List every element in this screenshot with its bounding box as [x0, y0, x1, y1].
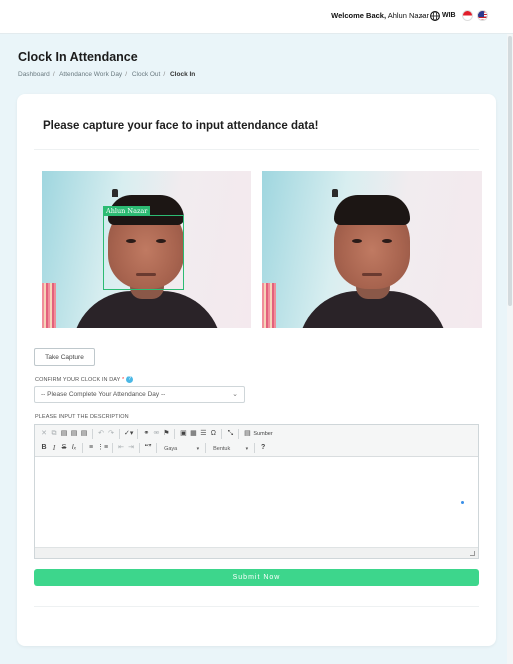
undo-icon[interactable]: ↶	[96, 428, 106, 440]
bold-icon[interactable]: B	[39, 442, 49, 454]
numbered-list-icon[interactable]: ≡	[86, 442, 96, 454]
welcome-text: Welcome Back, Ahlun Nazar	[331, 11, 429, 20]
spellcheck-icon[interactable]: ✓▾	[123, 428, 134, 440]
indent-icon[interactable]: ⇥	[126, 442, 136, 454]
outdent-icon[interactable]: ⇤	[116, 442, 126, 454]
editor-help-icon[interactable]: ?	[258, 442, 268, 454]
flag-indonesia-icon[interactable]	[462, 10, 473, 21]
user-menu-chevron-down-icon[interactable]: ⌄	[419, 11, 425, 19]
anchor-flag-icon[interactable]: ⚑	[161, 428, 171, 440]
source-icon[interactable]: ▤	[242, 428, 252, 440]
attendance-day-select[interactable]: -- Please Complete Your Attendance Day -…	[34, 386, 245, 403]
divider	[34, 606, 479, 607]
editor-text-area[interactable]	[35, 457, 478, 547]
submit-now-button[interactable]: Submit Now	[34, 569, 479, 586]
top-bar: Welcome Back, Ahlun Nazar ⌄ WIB	[0, 0, 513, 34]
scrollbar-thumb[interactable]	[508, 36, 512, 306]
divider	[34, 149, 479, 150]
help-icon[interactable]: ?	[126, 376, 134, 383]
globe-icon[interactable]	[430, 11, 440, 21]
table-icon[interactable]: ▦	[188, 428, 198, 440]
confirm-day-label: CONFIRM YOUR CLOCK IN DAY *?	[35, 376, 134, 383]
captured-photo	[262, 171, 482, 328]
description-label: PLEASE INPUT THE DESCRIPTION	[35, 414, 129, 420]
strikethrough-icon[interactable]: S	[59, 442, 69, 454]
italic-icon[interactable]: I	[49, 442, 59, 454]
maximize-icon[interactable]: ⤡	[225, 428, 235, 440]
breadcrumb-clock-in: Clock In	[169, 71, 196, 78]
remove-format-icon[interactable]: Iₓ	[69, 442, 79, 454]
flag-usa-icon[interactable]	[477, 10, 488, 21]
chevron-down-icon: ⌄	[232, 391, 238, 398]
paste-icon[interactable]: ▤	[59, 428, 69, 440]
breadcrumb-dashboard[interactable]: Dashboard	[18, 71, 50, 78]
cut-icon[interactable]: ✕	[39, 428, 49, 440]
copy-icon[interactable]: ⧉	[49, 428, 59, 440]
page-title: Clock In Attendance	[18, 50, 138, 64]
source-button-label[interactable]: Sumber	[253, 431, 272, 437]
resize-grip-icon[interactable]	[470, 551, 475, 556]
format-dropdown[interactable]: Bentuk ▾	[209, 443, 251, 454]
breadcrumb: Dashboard / Attendance Work Day / Clock Ou…	[18, 71, 196, 78]
image-icon[interactable]: ▣	[178, 428, 188, 440]
paste-text-icon[interactable]: ▤	[69, 428, 79, 440]
timezone-label[interactable]: WIB	[442, 12, 456, 19]
face-detection-label: Ahlun Nazar	[103, 206, 151, 216]
blockquote-icon[interactable]: “”	[143, 442, 153, 454]
face-detection-box	[103, 215, 184, 290]
link-icon[interactable]: ⚭	[141, 428, 151, 440]
unlink-icon[interactable]: ⚮	[151, 428, 161, 440]
redo-icon[interactable]: ↷	[106, 428, 116, 440]
bulleted-list-icon[interactable]: ⋮≡	[96, 442, 109, 454]
card-heading: Please capture your face to input attend…	[43, 120, 319, 132]
editor-toolbar: ✕ ⧉ ▤ ▤ ▤ ↶ ↷ ✓▾ ⚭ ⚮ ⚑ ▣ ▦ ☰ Ω ⤡ ▤ Sumber…	[35, 425, 478, 457]
take-capture-button[interactable]: Take Capture	[34, 348, 95, 366]
horizontal-line-icon[interactable]: ☰	[198, 428, 208, 440]
description-editor: ✕ ⧉ ▤ ▤ ▤ ↶ ↷ ✓▾ ⚭ ⚮ ⚑ ▣ ▦ ☰ Ω ⤡ ▤ Sumber…	[34, 424, 479, 559]
cursor-dot	[461, 501, 464, 504]
breadcrumb-clock-out[interactable]: Clock Out	[132, 71, 161, 78]
special-char-icon[interactable]: Ω	[208, 428, 218, 440]
paste-word-icon[interactable]: ▤	[79, 428, 89, 440]
style-dropdown[interactable]: Gaya ▾	[160, 443, 202, 454]
editor-status-bar	[35, 547, 478, 558]
breadcrumb-attendance-work-day[interactable]: Attendance Work Day	[59, 71, 122, 78]
